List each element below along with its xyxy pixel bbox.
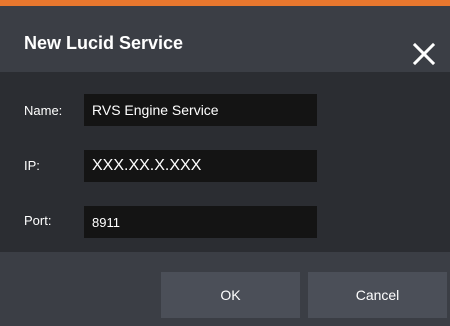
port-label: Port:	[24, 213, 52, 228]
port-field[interactable]	[84, 206, 317, 238]
ok-button[interactable]: OK	[161, 272, 300, 318]
dialog-header: New Lucid Service	[0, 6, 450, 72]
name-label: Name:	[24, 103, 63, 118]
ip-label: IP:	[24, 158, 40, 173]
name-field[interactable]	[84, 94, 317, 126]
cancel-button[interactable]: Cancel	[308, 272, 447, 318]
close-icon[interactable]	[412, 42, 436, 66]
dialog-title: New Lucid Service	[24, 33, 184, 53]
new-lucid-service-dialog: New Lucid Service Name: IP: Port: OK Can…	[0, 0, 450, 326]
service-form: Name: IP: Port:	[0, 72, 450, 252]
ip-field[interactable]	[84, 150, 317, 182]
dialog-footer: OK Cancel	[0, 252, 450, 326]
